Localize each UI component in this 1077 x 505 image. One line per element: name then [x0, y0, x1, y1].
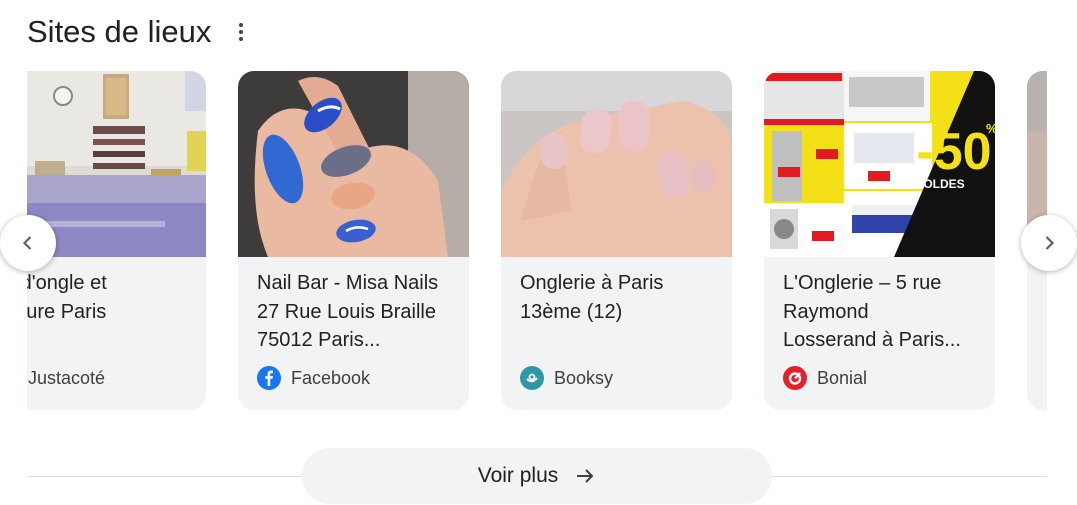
card-source: Bonial: [783, 366, 868, 390]
card-image: [501, 71, 732, 257]
sale-percent-text: %: [986, 121, 995, 136]
card-title-line: 13ème (12): [520, 300, 623, 323]
card-image: [27, 71, 206, 257]
card-source-name: Bonial: [817, 367, 868, 388]
more-options-icon[interactable]: [231, 17, 251, 47]
place-card[interactable]: Onglerie à Paris 13ème (12) Booksy: [501, 71, 732, 410]
bonial-logo-icon: [783, 366, 807, 390]
card-source: Booksy: [520, 366, 614, 390]
booksy-logo-icon: [520, 366, 544, 390]
sale-small-text: SOLDES: [915, 177, 964, 191]
card-title-line: Nail Bar - Misa Nails: [257, 272, 439, 294]
card-title: L'Onglerie – 5 rue Raymond Losserand à P…: [783, 269, 983, 355]
card-image: -50 % SOLDES: [764, 71, 995, 257]
voir-plus-label: Voir plus: [477, 464, 559, 487]
section-header: Sites de lieux: [27, 12, 251, 52]
card-title: Onglerie à Paris 13ème (12): [520, 269, 720, 326]
card-title: se d'ongle et nucure Paris me: [27, 269, 194, 355]
section-title: Sites de lieux: [27, 14, 212, 49]
cards-carousel: se d'ongle et nucure Paris me Justacoté: [27, 71, 1047, 411]
place-card[interactable]: Nail Bar - Misa Nails 27 Rue Louis Brail…: [238, 71, 469, 410]
arrow-right-icon: [574, 465, 596, 487]
card-title-line: L'Onglerie – 5 rue: [783, 272, 942, 294]
card-image: [238, 71, 469, 257]
card-title-line: 75012 Paris...: [257, 329, 381, 351]
place-card[interactable]: -50 % SOLDES L'Onglerie – 5 rue Raymond …: [764, 71, 995, 410]
card-title-line: Raymond: [783, 300, 869, 323]
card-source: Facebook: [257, 366, 371, 390]
card-title-line: me: [27, 326, 194, 355]
voir-plus-button[interactable]: Voir plus: [302, 448, 772, 504]
card-title-line: se d'ongle et: [27, 272, 107, 294]
card-title-line: Onglerie à Paris: [520, 272, 664, 294]
card-source-name: Justacoté: [28, 367, 106, 388]
card-title-line: 27 Rue Louis Braille: [257, 300, 436, 323]
card-source: Justacoté: [27, 367, 105, 389]
card-source-name: Booksy: [554, 367, 614, 388]
card-title-line: Losserand à Paris...: [783, 329, 961, 351]
facebook-logo-icon: [257, 366, 281, 390]
carousel-next-button[interactable]: [1021, 215, 1077, 271]
card-title: Nail Bar - Misa Nails 27 Rue Louis Brail…: [257, 269, 457, 355]
chevron-right-icon: [1045, 236, 1055, 250]
sale-big-text: -50: [916, 123, 991, 181]
card-title-line: nucure Paris: [27, 300, 107, 323]
chevron-left-icon: [22, 236, 32, 250]
carousel-prev-button[interactable]: [0, 215, 56, 271]
card-source-name: Facebook: [291, 367, 371, 388]
